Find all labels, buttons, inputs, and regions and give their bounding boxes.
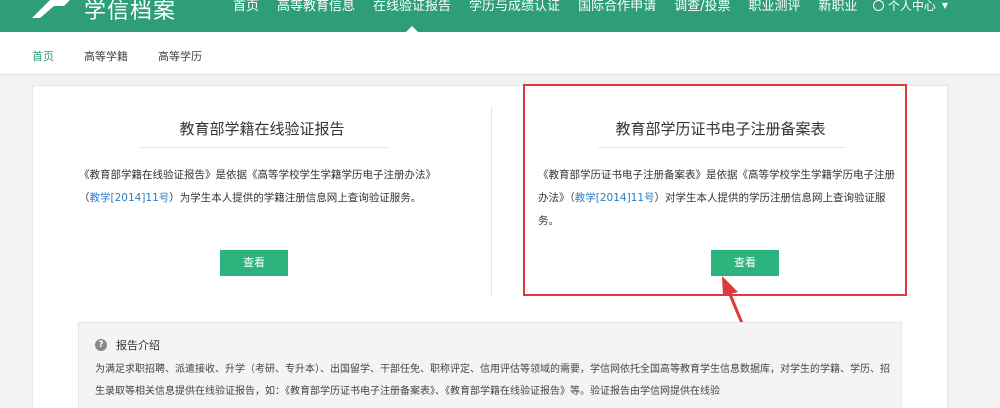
logo-icon bbox=[32, 0, 70, 18]
subnav-item-higher-degree[interactable]: 高等学历 bbox=[158, 48, 202, 64]
logo-text: 学信档案 bbox=[84, 0, 177, 24]
report-intro-section: ? 报告介绍 为满足求职招聘、派遣接收、升学（考研、专升本）、出国留学、干部任免… bbox=[78, 322, 902, 408]
top-navigation-bar: 学信档案 首页 高等教育信息 在线验证报告 学历与成绩认证 国际合作申请 调查/… bbox=[0, 0, 1000, 32]
nav-item-career-assessment[interactable]: 职业测评 bbox=[739, 0, 809, 32]
user-icon bbox=[872, 0, 884, 11]
nav-item-home[interactable]: 首页 bbox=[224, 0, 268, 32]
intro-title: 报告介绍 bbox=[116, 339, 160, 352]
title-divider bbox=[140, 147, 388, 148]
intro-text: 为满足求职招聘、派遣接收、升学（考研、专升本）、出国留学、干部任免、职称评定、信… bbox=[95, 364, 890, 397]
subnav-item-home[interactable]: 首页 bbox=[32, 48, 54, 64]
nav-item-higher-education-info[interactable]: 高等教育信息 bbox=[268, 0, 364, 32]
subnav-item-higher-enrollment[interactable]: 高等学籍 bbox=[84, 48, 128, 64]
main-nav: 首页 高等教育信息 在线验证报告 学历与成绩认证 国际合作申请 调查/投票 职业… bbox=[224, 0, 867, 32]
sub-navigation: 首页 高等学籍 高等学历 bbox=[0, 32, 1000, 75]
user-center-menu[interactable]: 个人中心 ▼ bbox=[872, 0, 948, 13]
nav-item-online-verification-report[interactable]: 在线验证报告 bbox=[364, 0, 460, 32]
intro-header: ? 报告介绍 bbox=[95, 337, 160, 353]
desc-text: ）为学生本人提供的学籍注册信息网上查询验证服务。 bbox=[169, 192, 422, 204]
nav-item-international-cooperation[interactable]: 国际合作申请 bbox=[569, 0, 665, 32]
nav-item-survey-vote[interactable]: 调查/投票 bbox=[665, 0, 739, 32]
caret-down-icon: ▼ bbox=[941, 1, 948, 10]
enrollment-report-card: 教育部学籍在线验证报告 《教育部学籍在线验证报告》是依据《高等学校学生学籍学历电… bbox=[33, 86, 491, 306]
question-icon: ? bbox=[95, 339, 107, 351]
user-center-label: 个人中心 bbox=[887, 0, 936, 13]
highlight-annotation-box bbox=[523, 84, 907, 296]
regulation-link[interactable]: 教学[2014]11号 bbox=[90, 192, 170, 204]
nav-item-new-careers[interactable]: 新职业 bbox=[809, 0, 866, 32]
nav-item-degree-certification[interactable]: 学历与成绩认证 bbox=[460, 0, 569, 32]
card-title: 教育部学籍在线验证报告 bbox=[179, 120, 345, 138]
logo[interactable]: 学信档案 bbox=[30, 0, 176, 24]
view-enrollment-report-button[interactable]: 查看 bbox=[220, 250, 288, 276]
card-description: 《教育部学籍在线验证报告》是依据《高等学校学生学籍学历电子注册办法》（教学[20… bbox=[79, 164, 439, 210]
